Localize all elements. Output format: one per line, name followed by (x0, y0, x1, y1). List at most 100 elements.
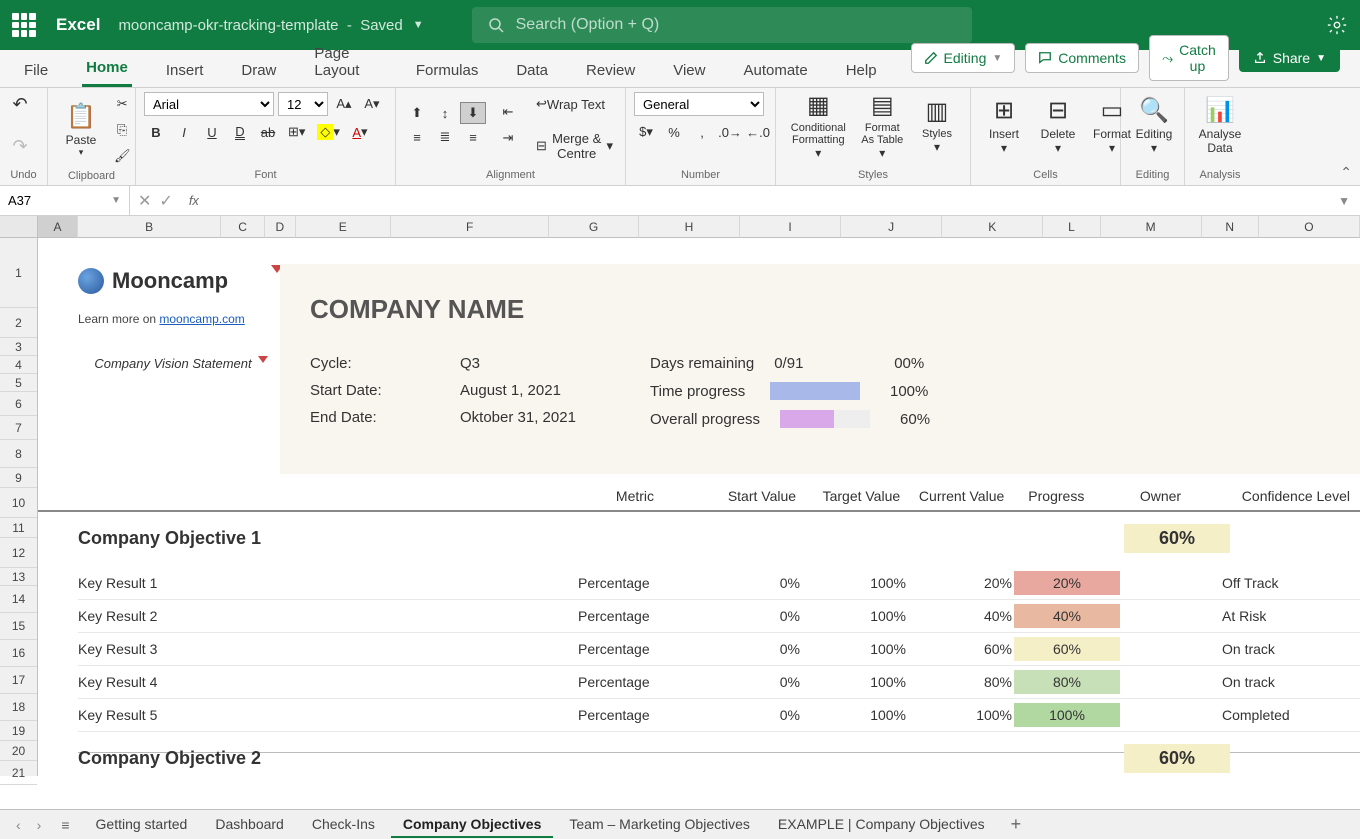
expand-formula-icon[interactable]: ▼ (1338, 194, 1360, 208)
col-header-J[interactable]: J (841, 216, 942, 238)
menu-automate[interactable]: Automate (739, 54, 811, 87)
merge-button[interactable]: ⊟ Merge & Centre ▾ (532, 134, 617, 158)
menu-draw[interactable]: Draw (237, 54, 280, 87)
sheet-tab-example-company-objectives[interactable]: EXAMPLE | Company Objectives (766, 812, 997, 838)
col-header-O[interactable]: O (1259, 216, 1360, 238)
col-header-B[interactable]: B (78, 216, 221, 238)
row-header-20[interactable]: 20 (0, 741, 37, 761)
comments-button[interactable]: Comments (1025, 43, 1139, 73)
wrap-text-button[interactable]: ↩ Wrap Text (532, 92, 609, 116)
formula-input[interactable] (199, 193, 1338, 208)
comment-indicator-icon[interactable] (258, 356, 268, 363)
collapse-ribbon-icon[interactable]: ⌃ (1340, 164, 1352, 181)
row-header-8[interactable]: 8 (0, 440, 37, 468)
next-sheet-icon[interactable]: › (31, 817, 48, 833)
increase-decimal-button[interactable]: .0→ (718, 120, 742, 144)
col-header-C[interactable]: C (221, 216, 265, 238)
menu-data[interactable]: Data (512, 54, 552, 87)
col-header-L[interactable]: L (1043, 216, 1100, 238)
borders-button[interactable]: ⊞▾ (284, 120, 309, 144)
sheet-tab-team-marketing-objectives[interactable]: Team – Marketing Objectives (557, 812, 762, 838)
menu-home[interactable]: Home (82, 51, 132, 87)
mooncamp-link[interactable]: mooncamp.com (159, 312, 244, 326)
sheet-tab-check-ins[interactable]: Check-Ins (300, 812, 387, 838)
paste-button[interactable]: 📋Paste▾ (56, 97, 106, 163)
italic-button[interactable]: I (172, 120, 196, 144)
col-header-M[interactable]: M (1101, 216, 1202, 238)
search-input[interactable]: Search (Option + Q) (472, 7, 972, 43)
row-header-12[interactable]: 12 (0, 538, 37, 568)
decrease-indent-button[interactable]: ⇤ (496, 100, 520, 124)
bold-button[interactable]: B (144, 120, 168, 144)
app-launcher-icon[interactable] (12, 13, 36, 37)
align-middle-button[interactable]: ↕ (432, 102, 458, 124)
menu-view[interactable]: View (669, 54, 709, 87)
increase-font-button[interactable]: A▴ (332, 92, 356, 116)
editing-mode-button[interactable]: Editing ▼ (911, 43, 1016, 73)
chevron-down-icon[interactable]: ▼ (413, 19, 424, 31)
col-header-D[interactable]: D (265, 216, 296, 238)
menu-page-layout[interactable]: Page Layout (310, 37, 381, 87)
col-header-F[interactable]: F (391, 216, 549, 238)
col-header-N[interactable]: N (1202, 216, 1259, 238)
row-header-14[interactable]: 14 (0, 586, 37, 613)
editing-group-button[interactable]: 🔍Editing▾ (1129, 92, 1179, 158)
menu-formulas[interactable]: Formulas (412, 54, 483, 87)
col-header-E[interactable]: E (296, 216, 391, 238)
row-header-18[interactable]: 18 (0, 694, 37, 721)
row-header-5[interactable]: 5 (0, 374, 37, 392)
format-as-table-button[interactable]: ▤Format As Table▾ (857, 92, 908, 158)
prev-sheet-icon[interactable]: ‹ (10, 817, 27, 833)
delete-cells-button[interactable]: ⊟Delete▾ (1033, 92, 1083, 158)
add-sheet-button[interactable]: + (1001, 814, 1032, 835)
share-button[interactable]: Share ▼ (1239, 44, 1340, 72)
sheet-tab-dashboard[interactable]: Dashboard (203, 812, 296, 838)
gear-icon[interactable] (1326, 14, 1348, 36)
conditional-formatting-button[interactable]: ▦Conditional Formatting▾ (784, 92, 853, 158)
row-header-19[interactable]: 19 (0, 721, 37, 741)
row-header-10[interactable]: 10 (0, 488, 37, 518)
fill-color-button[interactable]: ◇▾ (313, 120, 344, 144)
row-header-6[interactable]: 6 (0, 392, 37, 416)
select-all-corner[interactable] (0, 216, 37, 238)
copy-button[interactable]: ⎘ (110, 118, 135, 142)
align-center-button[interactable]: ≣ (432, 126, 458, 148)
col-header-I[interactable]: I (740, 216, 841, 238)
row-header-17[interactable]: 17 (0, 667, 37, 694)
menu-help[interactable]: Help (842, 54, 881, 87)
align-bottom-button[interactable]: ⬇ (460, 102, 486, 124)
all-sheets-icon[interactable]: ≡ (51, 817, 79, 833)
insert-cells-button[interactable]: ⊞Insert▾ (979, 92, 1029, 158)
chevron-down-icon[interactable]: ▼ (111, 195, 121, 206)
font-color-button[interactable]: A▾ (348, 120, 372, 144)
format-painter-button[interactable]: 🖌 (110, 144, 135, 168)
comma-button[interactable]: , (690, 120, 714, 144)
enter-formula-icon[interactable]: ✓ (159, 191, 172, 211)
percent-button[interactable]: % (662, 120, 686, 144)
undo-button[interactable]: ↶ (8, 92, 32, 116)
increase-indent-button[interactable]: ⇥ (496, 126, 520, 150)
row-header-16[interactable]: 16 (0, 640, 37, 667)
cancel-formula-icon[interactable]: ✕ (138, 191, 151, 211)
row-header-7[interactable]: 7 (0, 416, 37, 440)
col-header-A[interactable]: A (38, 216, 78, 238)
menu-insert[interactable]: Insert (162, 54, 208, 87)
decrease-font-button[interactable]: A▾ (360, 92, 384, 116)
redo-button[interactable]: ↷ (8, 134, 32, 158)
cut-button[interactable]: ✂ (110, 92, 135, 116)
row-header-1[interactable]: 1 (0, 238, 37, 308)
menu-review[interactable]: Review (582, 54, 639, 87)
currency-button[interactable]: $▾ (634, 120, 658, 144)
col-header-H[interactable]: H (639, 216, 740, 238)
row-header-4[interactable]: 4 (0, 356, 37, 374)
align-top-button[interactable]: ⬆ (404, 102, 430, 124)
font-family-select[interactable]: Arial (144, 92, 274, 116)
underline-button[interactable]: U (200, 120, 224, 144)
align-left-button[interactable]: ≡ (404, 126, 430, 148)
font-size-select[interactable]: 12 (278, 92, 328, 116)
align-right-button[interactable]: ≡ (460, 126, 486, 148)
decrease-decimal-button[interactable]: ←.0 (746, 120, 770, 144)
strikethrough-button[interactable]: ab (256, 120, 280, 144)
document-name[interactable]: mooncamp-okr-tracking-template - Saved (118, 17, 402, 34)
sheet-tab-company-objectives[interactable]: Company Objectives (391, 812, 554, 838)
